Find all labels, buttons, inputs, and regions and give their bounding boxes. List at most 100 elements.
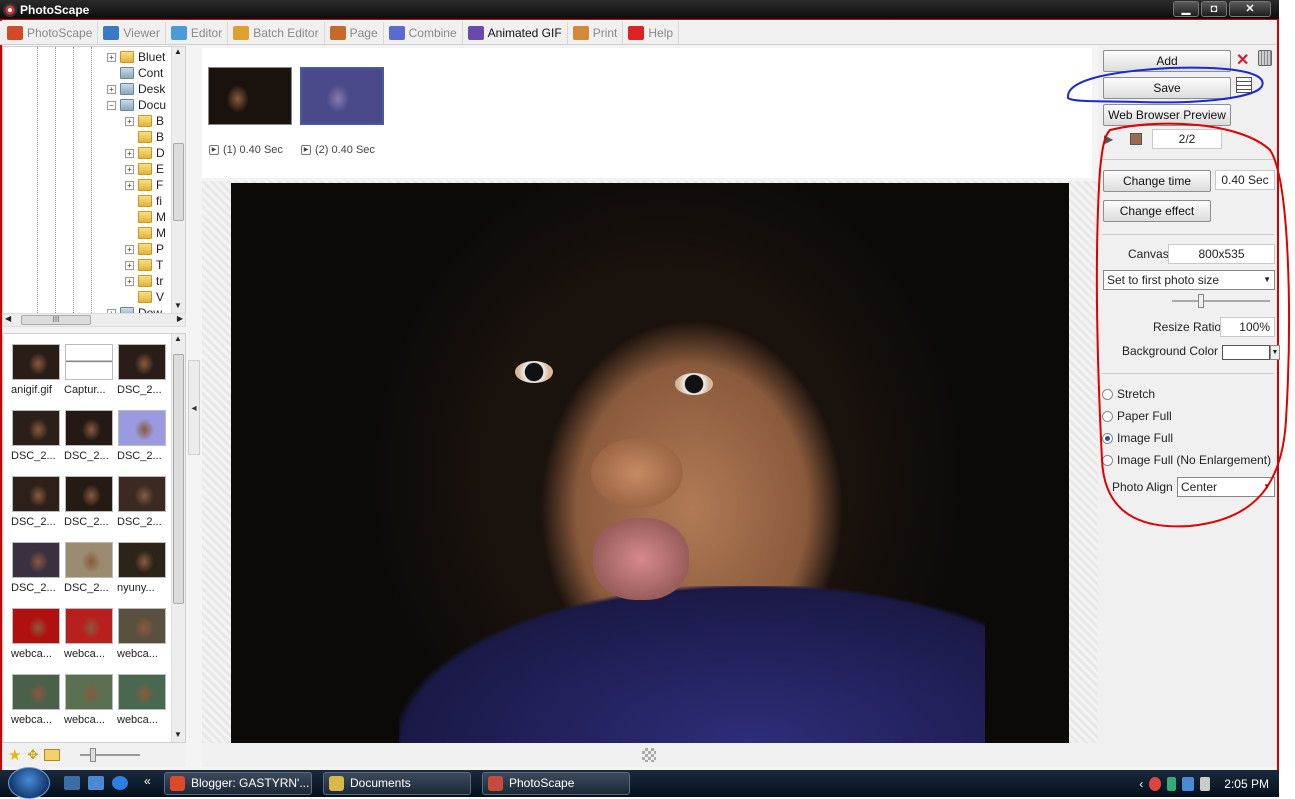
gif-frame-thumbnail[interactable] (208, 67, 292, 125)
taskbar-item[interactable]: Documents (323, 772, 471, 795)
tab-viewer[interactable]: Viewer (98, 21, 166, 44)
time-value-field[interactable]: 0.40 Sec (1215, 170, 1275, 190)
tab-photoscape[interactable]: PhotoScape (2, 21, 99, 44)
tree-horizontal-scrollbar[interactable]: ◀ III ▶ (2, 313, 186, 327)
expand-icon[interactable]: + (125, 276, 134, 286)
gif-frame-thumbnail[interactable] (300, 67, 384, 125)
clock[interactable]: 2:05 PM (1224, 777, 1269, 791)
tree-item[interactable]: + F (125, 177, 163, 193)
web-browser-preview-button[interactable]: Web Browser Preview (1103, 104, 1231, 126)
trash-icon[interactable] (1258, 50, 1272, 66)
photo-align-select[interactable]: Center ▼ (1177, 477, 1275, 497)
expand-icon[interactable]: + (125, 116, 134, 126)
collapse-panel-button[interactable]: ◂ (188, 360, 200, 455)
tree-item[interactable]: B (125, 129, 164, 145)
tree-item[interactable]: + Desk (107, 81, 165, 97)
thumbnail-item[interactable]: DSC_2... (11, 476, 61, 538)
tree-item[interactable]: fi (125, 193, 162, 209)
file-thumbnail-grid[interactable]: ▲ ▼ anigif.gif Captur... DSC_2... DSC_2... D… (2, 333, 186, 743)
volume-icon[interactable] (1200, 776, 1211, 791)
gif-frame-label[interactable]: ▶ (2) 0.40 Sec (301, 144, 375, 156)
thumbnail-item[interactable]: Captur... (64, 344, 114, 406)
taskbar-item[interactable]: PhotoScape (482, 772, 630, 795)
slider-knob[interactable] (1198, 294, 1205, 308)
gif-frame-strip[interactable]: ▶ (1) 0.40 Sec ▶ (2) 0.40 Sec (202, 48, 1092, 178)
gif-frame-label[interactable]: ▶ (1) 0.40 Sec (209, 144, 283, 156)
change-time-button[interactable]: Change time (1103, 170, 1211, 192)
expand-icon[interactable]: + (125, 180, 134, 190)
network-icon[interactable] (1182, 776, 1195, 791)
scroll-left-icon[interactable]: ◀ (5, 314, 11, 323)
favorite-star-icon[interactable]: ★ (8, 746, 21, 764)
expand-icon[interactable]: + (107, 52, 116, 62)
tree-scrollbar[interactable]: ▲ ▼ (171, 47, 185, 313)
folder-tree[interactable]: ▲ ▼ + Bluet Cont + Desk − Docu + B B + D + E + Ffi M M + P +… (2, 46, 186, 314)
quicklaunch-expand-icon[interactable]: « (144, 774, 151, 788)
fit-option-image-full[interactable]: Image Full (1102, 431, 1173, 445)
thumbnail-item[interactable]: DSC_2... (64, 476, 114, 538)
tree-item[interactable]: + tr (125, 273, 163, 289)
collapse-icon[interactable]: − (107, 100, 116, 110)
slider-knob[interactable] (90, 748, 97, 762)
save-button[interactable]: Save (1103, 77, 1231, 99)
chrome-tray-icon[interactable] (1149, 776, 1162, 791)
thumbnail-item[interactable]: webca... (11, 608, 61, 670)
tree-item[interactable]: M (125, 209, 166, 225)
play-icon[interactable]: ▶ (1104, 132, 1116, 146)
thumbnail-item[interactable]: DSC_2... (64, 542, 114, 604)
thumbnail-item[interactable]: DSC_2... (117, 476, 167, 538)
color-dropdown-icon[interactable]: ▼ (1270, 345, 1280, 360)
radio-button[interactable] (1102, 388, 1113, 400)
thumbnail-item[interactable]: anigif.gif (11, 344, 61, 406)
radio-button[interactable] (1102, 454, 1113, 466)
tree-item[interactable]: + E (125, 161, 164, 177)
taskbar-item[interactable]: Blogger: GASTYRN'... (164, 772, 312, 795)
expand-icon[interactable]: + (125, 244, 134, 254)
radio-button[interactable] (1102, 410, 1113, 422)
navigate-icon[interactable]: ✥ (27, 747, 38, 763)
internet-explorer-icon[interactable] (112, 776, 128, 790)
close-button[interactable]: ✕ (1229, 1, 1271, 17)
tree-hscroll-thumb[interactable]: III (21, 315, 91, 325)
fit-option-image-full-no-enlargement[interactable]: Image Full (No Enlargement) (1102, 453, 1271, 467)
thumbnail-item[interactable]: DSC_2... (117, 410, 167, 472)
tab-batch-editor[interactable]: Batch Editor (228, 21, 325, 44)
transparency-icon[interactable] (642, 748, 656, 762)
canvas-size-mode-select[interactable]: Set to first photo size ▼ (1103, 270, 1275, 290)
tab-animated-gif[interactable]: Animated GIF (463, 21, 568, 44)
thumbnail-size-slider[interactable] (80, 748, 141, 762)
tab-page[interactable]: Page (325, 21, 384, 44)
thumbs-scroll-thumb[interactable] (173, 354, 184, 604)
thumbnail-item[interactable]: DSC_2... (11, 410, 61, 472)
thumbnail-item[interactable]: DSC_2... (11, 542, 61, 604)
tree-item[interactable]: + Bluet (107, 49, 165, 65)
fit-option-stretch[interactable]: Stretch (1102, 387, 1155, 401)
start-button[interactable] (8, 767, 50, 799)
scroll-right-icon[interactable]: ▶ (177, 314, 183, 323)
tab-print[interactable]: Print (568, 21, 624, 44)
tree-item[interactable]: + P (125, 241, 164, 257)
thumbs-scrollbar[interactable]: ▲ ▼ (171, 334, 185, 742)
tree-item[interactable]: + B (125, 113, 164, 129)
expand-icon[interactable]: + (107, 84, 116, 94)
tree-scroll-thumb[interactable] (173, 143, 184, 221)
expand-icon[interactable]: + (125, 148, 134, 158)
change-effect-button[interactable]: Change effect (1103, 200, 1211, 222)
minimize-button[interactable]: ▁ (1173, 1, 1199, 17)
tab-editor[interactable]: Editor (166, 21, 229, 44)
thumbnail-item[interactable]: nyuny... (117, 542, 167, 604)
thumbnail-item[interactable]: webca... (117, 608, 167, 670)
thumbnail-item[interactable]: webca... (64, 608, 114, 670)
frame-play-icon[interactable]: ▶ (301, 145, 311, 155)
resize-ratio-slider[interactable] (1172, 294, 1270, 308)
tray-expand-icon[interactable]: ‹ (1139, 777, 1143, 791)
show-desktop-icon[interactable] (64, 776, 80, 790)
scroll-up-icon[interactable]: ▲ (172, 334, 184, 346)
expand-icon[interactable]: + (125, 260, 134, 270)
maximize-button[interactable]: ◘ (1201, 1, 1227, 17)
fit-option-paper-full[interactable]: Paper Full (1102, 409, 1172, 423)
list-icon[interactable] (1236, 77, 1252, 93)
tab-help[interactable]: Help (623, 21, 680, 44)
tree-item[interactable]: + T (125, 257, 163, 273)
delete-icon[interactable]: ✕ (1236, 50, 1249, 70)
